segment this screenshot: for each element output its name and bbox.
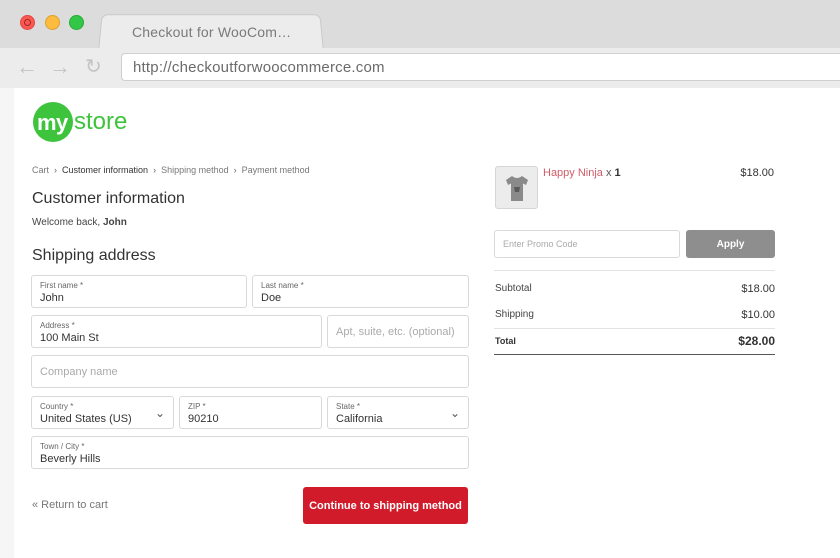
product-thumbnail: [495, 166, 538, 209]
promo-code-input[interactable]: Enter Promo Code: [494, 230, 680, 258]
welcome-prefix: Welcome back,: [32, 217, 103, 228]
product-qty-prefix: x: [602, 167, 615, 179]
total-underline: [494, 354, 775, 355]
customer-name: John: [102, 217, 127, 228]
shipping-label: Shipping: [495, 309, 534, 320]
company-name-placeholder: Company name: [40, 365, 118, 378]
address-label: Address *: [40, 321, 75, 330]
last-name-value: Doe: [261, 292, 282, 304]
breadcrumb: Cart › Customer information › Shipping metho…: [32, 165, 310, 175]
tab-title: Checkout for WooCom…: [132, 24, 292, 40]
minimize-window-button[interactable]: [45, 15, 60, 30]
summary-divider: [494, 328, 775, 329]
promo-code-placeholder: Enter Promo Code: [503, 239, 578, 249]
total-label: Total: [495, 336, 516, 346]
continue-to-shipping-button[interactable]: Continue to shipping method: [303, 487, 468, 524]
close-icon: [24, 19, 31, 26]
company-name-field[interactable]: Company name: [31, 355, 469, 388]
first-name-field[interactable]: First name * John: [31, 275, 247, 308]
state-select[interactable]: State * California ⌄: [327, 396, 469, 429]
breadcrumb-separator: ›: [233, 165, 237, 175]
subtotal-label: Subtotal: [495, 283, 532, 294]
return-to-cart-link[interactable]: « Return to cart: [32, 499, 108, 511]
address2-field[interactable]: Apt, suite, etc. (optional): [327, 315, 469, 348]
back-arrow-icon[interactable]: ←: [16, 54, 38, 80]
zip-field[interactable]: ZIP * 90210: [179, 396, 322, 429]
zip-label: ZIP *: [188, 402, 206, 411]
country-label: Country *: [40, 402, 74, 411]
last-name-label: Last name *: [261, 281, 304, 290]
breadcrumb-customer-information: Customer information: [62, 165, 149, 175]
customer-information-heading: Customer information: [32, 190, 185, 207]
breadcrumb-cart[interactable]: Cart: [32, 165, 49, 175]
first-name-label: First name *: [40, 281, 84, 290]
city-value: Beverly Hills: [40, 453, 101, 465]
state-value: California: [336, 413, 383, 425]
maximize-window-button[interactable]: [69, 15, 84, 30]
welcome-message: Welcome back, John: [32, 217, 127, 228]
subtotal-value: $18.00: [741, 283, 775, 295]
city-field[interactable]: Town / City * Beverly Hills: [31, 436, 469, 469]
breadcrumb-shipping-method: Shipping method: [161, 165, 229, 175]
breadcrumb-payment-method: Payment method: [241, 165, 310, 175]
shipping-value: $10.00: [741, 309, 775, 321]
country-select[interactable]: Country * United States (US) ⌄: [31, 396, 174, 429]
breadcrumb-separator: ›: [54, 165, 58, 175]
logo-my-text: my: [37, 110, 68, 135]
url-text: http://checkoutforwoocommerce.com: [133, 59, 385, 76]
product-quantity: 1: [614, 167, 621, 179]
state-label: State *: [336, 402, 361, 411]
reload-icon[interactable]: ↻: [85, 54, 102, 80]
forward-arrow-icon[interactable]: →: [49, 54, 71, 80]
tshirt-icon: [506, 176, 528, 201]
apply-promo-button[interactable]: Apply: [686, 230, 775, 258]
address-field[interactable]: Address * 100 Main St: [31, 315, 322, 348]
last-name-field[interactable]: Last name * Doe: [252, 275, 469, 308]
first-name-value: John: [40, 292, 64, 304]
country-value: United States (US): [40, 413, 132, 425]
product-price: $18.00: [740, 167, 774, 179]
total-value: $28.00: [738, 334, 775, 348]
zip-value: 90210: [188, 413, 219, 425]
address-value: 100 Main St: [40, 332, 99, 344]
product-name[interactable]: Happy Ninja: [543, 167, 603, 179]
address2-placeholder: Apt, suite, etc. (optional): [336, 325, 455, 338]
product-line: Happy Ninja x 1: [543, 167, 621, 179]
shipping-address-heading: Shipping address: [32, 247, 156, 264]
logo-store-text: store: [74, 108, 128, 135]
chevron-down-icon: ⌄: [449, 406, 460, 420]
chevron-down-icon: ⌄: [154, 406, 165, 420]
breadcrumb-separator: ›: [153, 165, 157, 175]
summary-divider: [494, 270, 775, 271]
close-window-button[interactable]: [20, 15, 35, 30]
city-label: Town / City *: [40, 442, 85, 451]
